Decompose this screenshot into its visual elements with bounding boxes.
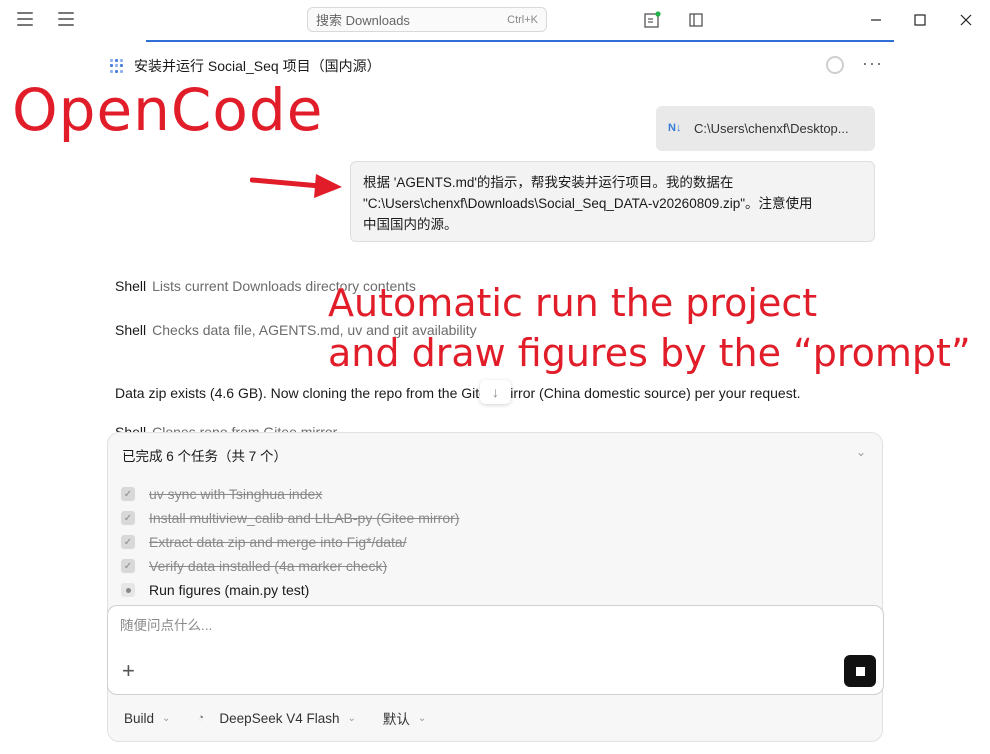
composer-footer: Build ⌄ ◔ DeepSeek V4 Flash ⌄ 默认 ⌄ (107, 702, 884, 734)
annotation-line: Automatic run the project (328, 281, 818, 326)
task-label: Extract data zip and merge into Fig*/dat… (149, 534, 407, 550)
search-placeholder: 搜索 Downloads (316, 13, 410, 28)
user-message-line: "C:\Users\chenxf\Downloads\Social_Seq_DA… (363, 196, 813, 211)
tool-description: Clones repo from Gitee mirror (152, 424, 338, 432)
checkbox-checked-icon: ✓ (121, 487, 135, 501)
variant-label: 默认 (382, 712, 410, 727)
model-icon: ◔ (197, 712, 205, 724)
agent-select[interactable]: Build ⌄ (124, 711, 170, 726)
review-panel-icon[interactable] (640, 8, 664, 32)
tool-call-row[interactable]: Shell Clones repo from Gitee mirror (115, 424, 337, 432)
chevron-down-icon: ⌄ (417, 712, 427, 724)
checkbox-checked-icon: ✓ (121, 559, 135, 573)
task-label: Install multiview_calib and LILAB-py (Gi… (149, 510, 460, 526)
user-message-line: 中国国内的源。 (363, 217, 458, 232)
prompt-composer: + (107, 605, 884, 695)
session-title: 安装并运行 Social_Seq 项目（国内源） (134, 58, 381, 74)
arrow-down-icon: ↓ (492, 384, 499, 400)
tool-name: Shell (115, 322, 147, 338)
variant-select[interactable]: 默认 ⌄ (383, 708, 426, 728)
search-shortcut: Ctrl+K (507, 13, 538, 26)
minimize-icon[interactable] (864, 8, 888, 32)
task-label: uv sync with Tsinghua index (149, 486, 323, 502)
in-progress-dot-icon (121, 583, 135, 597)
more-options-icon[interactable]: ··· (862, 53, 883, 74)
loading-spinner-icon (826, 56, 844, 74)
task-label: Verify data installed (4a marker check) (149, 558, 388, 574)
annotation-overlay: Automatic run the project and draw figur… (328, 278, 972, 378)
agent-label: Build (124, 710, 155, 726)
task-item: ✓ Install multiview_calib and LILAB-py (G… (121, 509, 459, 527)
chevron-down-icon[interactable]: ⌄ (856, 445, 866, 459)
sidebar-toggle-icon[interactable] (58, 12, 74, 26)
task-item: ✓ Extract data zip and merge into Fig*/da… (121, 533, 407, 551)
stop-button[interactable] (844, 655, 876, 687)
tasks-summary: 已完成 6 个任务（共 7 个） (122, 449, 288, 464)
tool-name: Shell (115, 278, 147, 294)
user-message-line: 根据 'AGENTS.md'的指示，帮我安装并运行项目。我的数据在 (363, 175, 734, 190)
maximize-icon[interactable] (908, 8, 932, 32)
model-select[interactable]: ◔ DeepSeek V4 Flash ⌄ (197, 711, 355, 726)
red-arrow-icon (250, 174, 342, 198)
annotation-line: and draw figures by the “prompt” (328, 331, 972, 376)
tasks-panel: 已完成 6 个任务（共 7 个） ⌄ ✓ uv sync with Tsinghu… (107, 432, 883, 742)
model-label: DeepSeek V4 Flash (219, 710, 340, 726)
menu-icon[interactable] (17, 12, 33, 26)
task-item: Run figures (main.py test) (121, 581, 309, 599)
stop-icon (855, 666, 865, 676)
task-item: ✓ Verify data installed (4a marker check) (121, 557, 387, 575)
brand-overlay: OpenCode (11, 75, 324, 145)
assistant-message: Data zip exists (4.6 GB). Now cloning th… (115, 385, 801, 401)
attachment-label: C:\Users\chenxf\Desktop... (694, 121, 849, 136)
checkbox-checked-icon: ✓ (121, 535, 135, 549)
tool-name: Shell (115, 424, 147, 432)
add-attachment-icon[interactable]: + (122, 658, 135, 684)
task-label: Run figures (main.py test) (149, 582, 310, 598)
user-message: 根据 'AGENTS.md'的指示，帮我安装并运行项目。我的数据在 "C:\Us… (350, 161, 875, 242)
active-session-indicator (146, 40, 894, 42)
folder-sort-icon: N↓ (668, 121, 682, 134)
chevron-down-icon: ⌄ (162, 712, 171, 724)
search-box[interactable]: 搜索 Downloads Ctrl+K (307, 7, 547, 32)
scroll-to-bottom-button[interactable]: ↓ (480, 380, 511, 404)
task-item: ✓ uv sync with Tsinghua index (121, 485, 322, 503)
chevron-down-icon: ⌄ (347, 712, 356, 724)
title-bar: 搜索 Downloads Ctrl+K (0, 0, 990, 40)
prompt-input[interactable] (120, 618, 820, 633)
session-icon (110, 59, 124, 73)
close-icon[interactable] (954, 8, 978, 32)
checkbox-checked-icon: ✓ (121, 511, 135, 525)
attachment-chip[interactable]: N↓ C:\Users\chenxf\Desktop... (656, 106, 875, 151)
layout-panel-icon[interactable] (684, 8, 708, 32)
session-header: 安装并运行 Social_Seq 项目（国内源） ··· (110, 53, 883, 77)
